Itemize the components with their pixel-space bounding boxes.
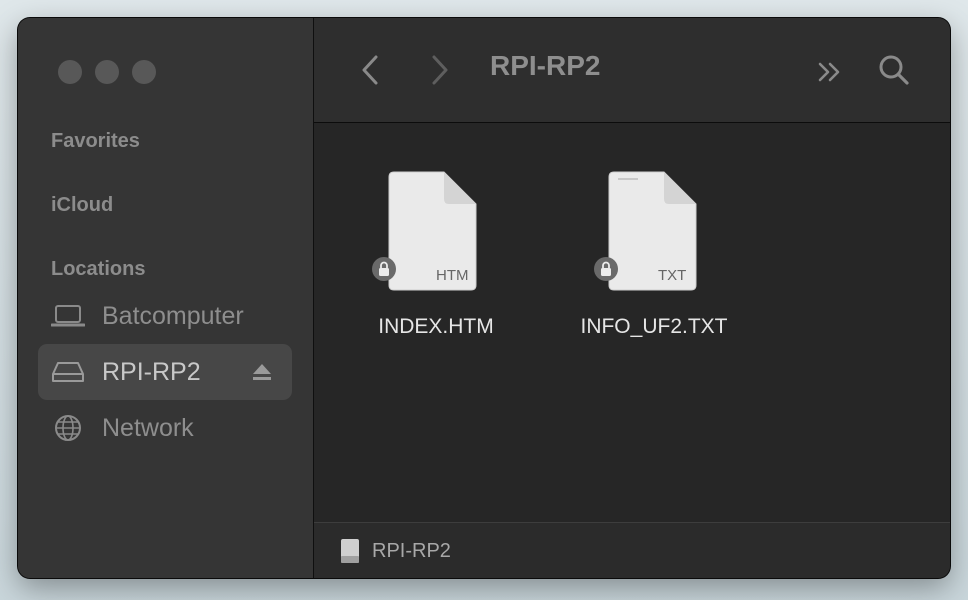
path-bar: RPI-RP2 xyxy=(314,522,950,578)
lock-icon xyxy=(594,257,618,281)
drive-icon xyxy=(341,539,359,563)
sidebar-section-icloud[interactable]: iCloud xyxy=(51,194,113,217)
laptop-icon xyxy=(50,301,86,331)
sidebar-item-network[interactable]: Network xyxy=(38,400,292,456)
window-controls xyxy=(58,60,156,84)
sidebar-item-batcomputer[interactable]: Batcomputer xyxy=(38,288,292,344)
minimize-button[interactable] xyxy=(95,60,119,84)
sidebar-item-rpi-rp2[interactable]: RPI-RP2 xyxy=(38,344,292,400)
toolbar: RPI-RP2 xyxy=(314,18,950,123)
file-item-index-htm[interactable]: HTM INDEX.HTM xyxy=(336,171,536,339)
sidebar-item-label: RPI-RP2 xyxy=(102,357,201,386)
lock-icon xyxy=(372,257,396,281)
file-item-info-uf2-txt[interactable]: TXT INFO_UF2.TXT xyxy=(554,171,754,339)
eject-icon[interactable] xyxy=(250,360,274,384)
file-name: INFO_UF2.TXT xyxy=(580,315,728,338)
globe-icon xyxy=(50,413,86,443)
sidebar: Favorites iCloud Locations Batcomputer R… xyxy=(18,18,314,578)
path-segment[interactable]: RPI-RP2 xyxy=(372,540,451,563)
sidebar-section-locations[interactable]: Locations xyxy=(51,258,145,281)
close-button[interactable] xyxy=(58,60,82,84)
file-extension-label: HTM xyxy=(436,267,469,284)
zoom-button[interactable] xyxy=(132,60,156,84)
external-drive-icon xyxy=(50,357,86,387)
sidebar-section-favorites[interactable]: Favorites xyxy=(51,130,140,153)
more-toolbar-items-button[interactable] xyxy=(814,56,846,88)
file-browser: HTM INDEX.HTM TXT INFO_UF2.TXT xyxy=(314,123,950,523)
finder-window: Favorites iCloud Locations Batcomputer R… xyxy=(18,18,950,578)
file-icon: HTM xyxy=(336,171,536,301)
sidebar-item-label: Network xyxy=(102,413,194,442)
chevron-right-icon xyxy=(432,55,448,85)
back-button[interactable] xyxy=(356,50,384,90)
search-button[interactable] xyxy=(874,50,914,90)
search-icon xyxy=(879,55,909,85)
double-chevron-right-icon xyxy=(818,62,840,82)
file-extension-label: TXT xyxy=(658,267,687,284)
window-title: RPI-RP2 xyxy=(490,50,601,81)
file-name: INDEX.HTM xyxy=(378,315,494,338)
forward-button[interactable] xyxy=(426,50,454,90)
chevron-left-icon xyxy=(362,55,378,85)
sidebar-item-label: Batcomputer xyxy=(102,301,244,330)
file-icon: TXT xyxy=(554,171,754,301)
